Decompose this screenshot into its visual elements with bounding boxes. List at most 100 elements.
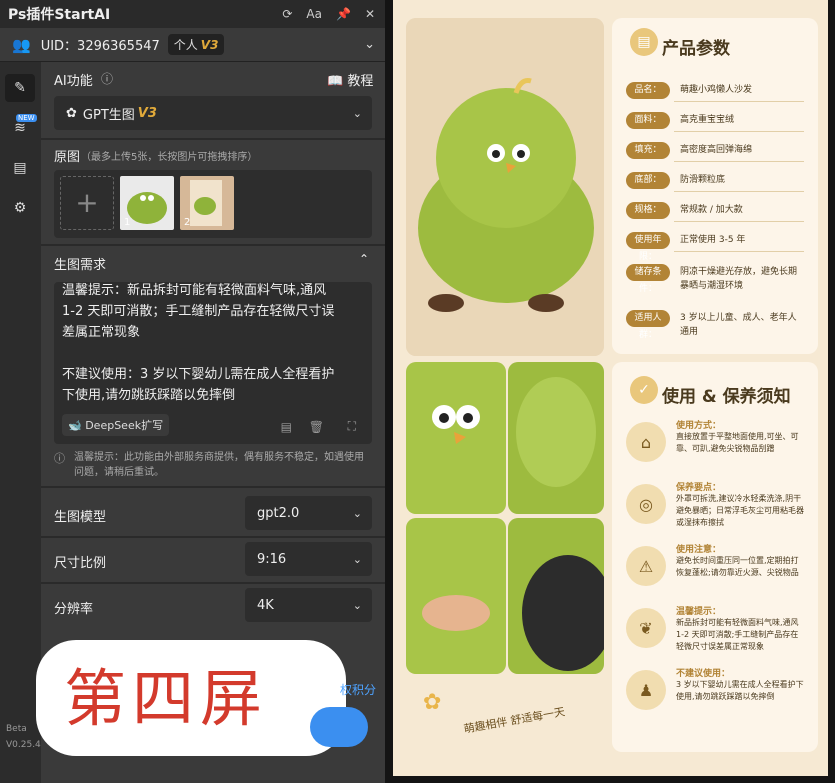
chevron-down-icon[interactable]: ⌄ (364, 37, 375, 52)
param-key: 面料： (626, 112, 670, 129)
param-value: 防滑颗粒底 (680, 175, 726, 185)
edit-icon[interactable]: ✎ (5, 74, 35, 102)
deepseek-expand-button[interactable]: 🐋 DeepSeek扩写 (62, 414, 170, 436)
expand-icon[interactable]: ⛶ (348, 419, 356, 434)
settings-icon[interactable]: ⚙ (5, 194, 35, 222)
setting-row: 分辨率 4K ⌄ (41, 588, 385, 624)
param-row: 适用人群： 3 岁以上儿童、成人、老年人通用 (626, 308, 798, 340)
app-title: Ps插件StartAI (8, 7, 111, 23)
prompt-textarea[interactable]: 温馨提示：新品拆封可能有轻微面料气味,通风 1-2 天即可消散；手工缝制产品存在轻… (54, 282, 372, 444)
service-notice: ⓘ 温馨提示：此功能由外部服务商提供，偶有服务不稳定，如遇使用问题，请稍后重试。 (54, 452, 364, 478)
ai-function-label: AI功能 (54, 74, 93, 89)
param-key: 储存条件： (626, 264, 670, 294)
detail-photo-bottom (508, 518, 604, 674)
history-icon[interactable]: ▤ (281, 420, 292, 434)
param-value: 阴凉干燥避光存放，避免长期暴晒与潮湿环境 (680, 267, 798, 291)
tutorial-link[interactable]: 📖 教程 (327, 70, 373, 89)
user-group-icon: 👥 (12, 35, 31, 54)
prompt-header[interactable]: 生图需求 ⌃ (41, 252, 385, 273)
setting-select[interactable]: 9:16 ⌄ (245, 542, 372, 576)
param-row: 规格： 常规款 / 加大款 (626, 200, 804, 222)
font-size-icon[interactable]: Aa (306, 7, 322, 21)
version-label: V0.25.4 (6, 740, 41, 750)
divider (41, 536, 385, 538)
setting-label: 尺寸比例 (54, 556, 107, 571)
detail-photo-fabric (508, 362, 604, 514)
setting-label: 生图模型 (54, 510, 107, 525)
divider (674, 251, 804, 252)
pin-icon[interactable]: 📌 (336, 7, 351, 21)
thumbnail-2[interactable]: 2 (180, 176, 234, 230)
prompt-line: 温馨提示：新品拆封可能有轻微面料气味,通风 (62, 283, 327, 298)
care-card: ✓ 使用 & 保养须知 ⌂ 使用方式： 直接放置于平整地面使用,可坐、可靠、可趴,避… (612, 362, 818, 752)
care-item: ❦ 温馨提示： 新品拆封可能有轻微面料气味,通风 1-2 天即可消散;手工缝制产品存… (622, 604, 802, 662)
ai-function-row: AI功能 ⓘ 📖 教程 (41, 68, 385, 90)
param-row: 储存条件： 阴凉干燥避光存放，避免长期暴晒与潮湿环境 (626, 262, 798, 294)
prompt-line: 下使用,请勿跳跃踩踏以免摔倒 (62, 388, 236, 403)
chevron-down-icon: ⌄ (352, 506, 362, 520)
divider (41, 486, 385, 488)
plugin-panel: Ps插件StartAI ⟳ Aa 📌 ✕ 👥 UID：3296365547 个人… (0, 0, 385, 783)
divider (41, 244, 385, 246)
care-heading: 使用注意： (676, 545, 722, 555)
param-key: 填充： (626, 142, 670, 159)
chick-sofa-image (406, 18, 604, 356)
thumbnail-1[interactable]: 1 (120, 176, 174, 230)
divider (674, 131, 804, 132)
params-card: ▤ 产品参数 品名： 萌趣小鸡懒人沙发 面料： 高克重宝宝绒 填充： 高密度高回弹海绵 底部… (612, 18, 818, 354)
divider (674, 221, 804, 222)
source-label: 原图 (54, 150, 81, 165)
product-poster: ▤ 产品参数 品名： 萌趣小鸡懒人沙发 面料： 高克重宝宝绒 填充： 高密度高回弹海绵 底部… (393, 0, 828, 776)
clipboard-icon[interactable]: ▤ (5, 154, 35, 182)
care-title: 使用 & 保养须知 (662, 387, 791, 407)
chevron-down-icon: ⌄ (352, 552, 362, 566)
shield-check-icon: ✓ (630, 376, 658, 404)
divider (674, 101, 804, 102)
param-key: 规格： (626, 202, 670, 219)
plan-badge: 个人 V3 (167, 34, 225, 55)
prompt-line: 1-2 天即可消散；手工缝制产品存在轻微尺寸误 (62, 304, 335, 319)
divider (41, 138, 385, 140)
care-item: ⚠ 使用注意： 避免长时间重压同一位置,定期拍打恢复蓬松;请勿靠近火源、尖锐物品 (622, 542, 802, 600)
prompt-line: 差属正常现象 (62, 325, 141, 340)
care-text: 3 岁以下婴幼儿需在成人全程看护下使用,请勿跳跃踩踏以免摔倒 (676, 680, 804, 701)
setting-label: 分辨率 (54, 602, 94, 617)
title-bar: Ps插件StartAI ⟳ Aa 📌 ✕ (0, 0, 385, 28)
document-icon: ▤ (630, 28, 658, 56)
refresh-icon[interactable]: ⟳ (282, 7, 292, 21)
openai-icon: ✿ (66, 105, 77, 121)
account-bar[interactable]: 👥 UID：3296365547 个人 V3 ⌄ (0, 28, 385, 62)
ai-model-select[interactable]: ✿ GPT生图 V3 ⌄ (54, 96, 372, 130)
setting-select[interactable]: gpt2.0 ⌄ (245, 496, 372, 530)
param-key: 品名： (626, 82, 670, 99)
points-link[interactable]: 权积分 (340, 681, 376, 698)
param-value: 高密度高回弹海绵 (680, 145, 753, 155)
divider (674, 191, 804, 192)
delete-icon[interactable]: 🗑 (309, 420, 324, 434)
warning-icon: ⚠ (626, 546, 666, 586)
washing-machine-icon: ◎ (626, 484, 666, 524)
care-heading: 保养要点： (676, 483, 722, 493)
chevron-up-icon[interactable]: ⌃ (359, 252, 369, 266)
param-row: 品名： 萌趣小鸡懒人沙发 (626, 80, 804, 102)
info-icon[interactable]: ⓘ (101, 70, 113, 87)
chevron-down-icon: ⌄ (352, 106, 362, 120)
book-icon: 📖 (327, 74, 344, 89)
generate-button[interactable] (310, 707, 368, 747)
source-hint: （最多上传5张，长按图片可拖拽排序） (81, 152, 258, 163)
close-icon[interactable]: ✕ (365, 7, 375, 21)
care-heading: 不建议使用： (676, 669, 731, 679)
setting-select[interactable]: 4K ⌄ (245, 588, 372, 622)
leaf-icon: ❦ (626, 608, 666, 648)
whale-icon: 🐋 (68, 419, 82, 432)
divider (674, 161, 804, 162)
param-value: 常规款 / 加大款 (680, 205, 743, 215)
param-row: 面料： 高克重宝宝绒 (626, 110, 804, 132)
care-heading: 使用方式： (676, 421, 722, 431)
upload-area: + 1 2 (54, 170, 372, 238)
prompt-label: 生图需求 (54, 258, 107, 273)
add-image-button[interactable]: + (60, 176, 114, 230)
param-key: 适用人群： (626, 310, 670, 340)
divider (41, 582, 385, 584)
info-icon: ⓘ (54, 452, 65, 465)
